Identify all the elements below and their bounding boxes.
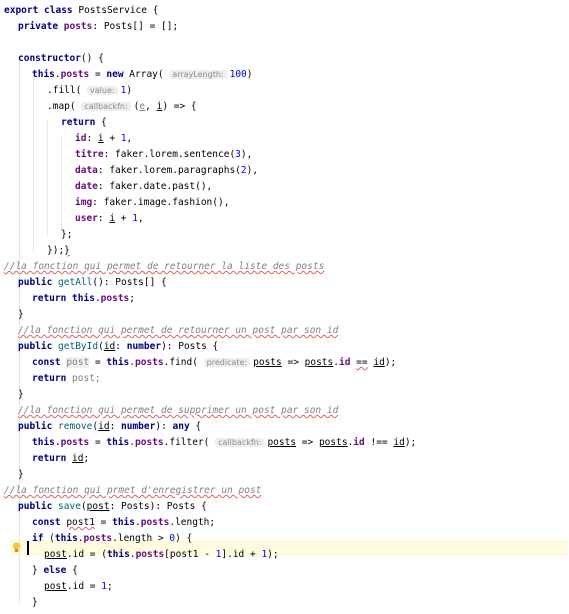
code-line: public remove(id: number): any { (18, 421, 202, 432)
code-line: public getAll(): Posts[] { (18, 277, 167, 288)
code-line: .map( callbackfn: (e, i) => { (47, 101, 197, 112)
param-hint: callbackfn: (215, 438, 265, 447)
code-line: });} (47, 245, 70, 256)
code-line: }; (61, 229, 73, 240)
code-line: const post1 = this.posts.length; (32, 517, 216, 528)
text-caret (27, 541, 29, 555)
code-line: this.posts = new Array( arrayLength: 100) (32, 69, 253, 80)
code-line: const post = this.posts.find( predicate:… (32, 357, 397, 368)
lightbulb-icon[interactable] (12, 542, 21, 553)
code-line: export class PostsService { (4, 5, 159, 16)
code-line: } (18, 309, 24, 320)
code-comment: //la fonction qui permet de retourner un… (18, 325, 339, 336)
code-line: img: faker.image.fashion(), (75, 197, 230, 208)
code-line: titre: faker.lorem.sentence(3), (75, 149, 253, 160)
param-hint: callbackfn: (81, 102, 131, 111)
code-editor[interactable]: export class PostsService { private post… (0, 0, 569, 614)
param-hint: predicate: (203, 358, 251, 367)
param-hint: arrayLength: (169, 70, 227, 79)
code-line: } (18, 389, 24, 400)
code-comment: //la fonction qui prmet d'enregistrer un… (4, 485, 262, 496)
code-line: user: i + 1, (75, 213, 144, 224)
code-line: return { (61, 117, 107, 128)
code-line: this.posts = this.posts.filter( callback… (32, 437, 417, 448)
code-line: id: i + 1, (75, 133, 133, 144)
code-line: } (18, 469, 24, 480)
code-line: private posts: Posts[] = []; (18, 21, 179, 32)
code-line-current: post.id = (this.posts[post1 - 1].id + 1)… (44, 549, 279, 560)
code-line: data: faker.lorem.paragraphs(2), (75, 165, 259, 176)
code-line: } else { (32, 565, 78, 576)
code-line: if (this.posts.length > 0) { (32, 533, 193, 544)
code-line: return this.posts; (32, 293, 136, 304)
code-line: constructor() { (18, 53, 104, 64)
code-line: post.id = 1; (44, 581, 113, 592)
indent-guide (33, 72, 34, 252)
code-line: return id; (32, 453, 90, 464)
code-line: public getById(id: number): Posts { (18, 341, 219, 352)
code-line: public save(post: Posts): Posts { (18, 501, 207, 512)
code-line: date: faker.date.past(), (75, 181, 213, 192)
code-line: return post; (32, 373, 101, 384)
indent-guide (47, 120, 48, 235)
code-comment: //la fonction qui permet de supprimer un… (18, 405, 339, 416)
code-line: .fill( value: 1) (47, 85, 133, 96)
indent-guide (61, 136, 62, 231)
param-hint: value: (87, 86, 118, 95)
code-line: } (32, 597, 38, 608)
code-comment: //la fonction qui permet de retourner la… (4, 261, 325, 272)
